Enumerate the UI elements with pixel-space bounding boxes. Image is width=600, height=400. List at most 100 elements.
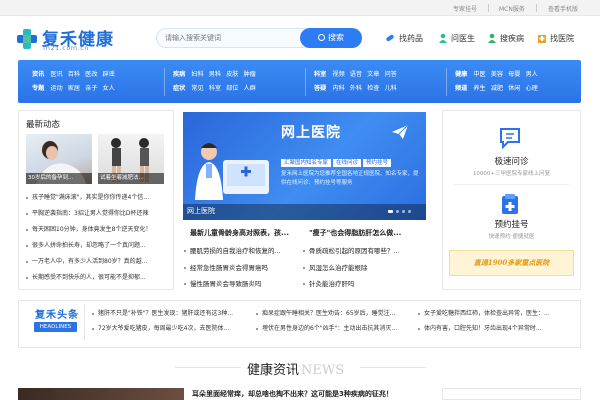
- nav-item[interactable]: 语音: [350, 69, 362, 78]
- carousel-dot[interactable]: [408, 210, 411, 213]
- top-link-mobile[interactable]: 查看手机版: [548, 4, 578, 13]
- nav-item[interactable]: 资讯: [32, 69, 44, 78]
- headline-item[interactable]: 痴呆症跟午睡相关？医生劝告：65岁后，睡觉注...: [256, 308, 395, 317]
- nav-item[interactable]: 运动: [50, 83, 62, 92]
- nav-item[interactable]: 专题: [32, 83, 44, 92]
- logo-cross-icon[interactable]: [16, 28, 38, 50]
- nav-item[interactable]: 女人: [103, 83, 115, 92]
- focus-item[interactable]: 慢性肠胃炎会导致肠炎吗: [184, 278, 262, 288]
- news-item[interactable]: 长期感受不到快乐的人，很可能不是抑郁...: [26, 272, 146, 281]
- article-thumbnail[interactable]: [18, 388, 184, 400]
- quick-link-ask-doctor[interactable]: 问医生: [451, 33, 475, 44]
- nav-item[interactable]: 辟谣: [103, 69, 115, 78]
- pill-icon: [386, 34, 394, 42]
- headline-item[interactable]: 女子爱吃糖拌西红柿，体检查出异常，医生：...: [418, 308, 550, 317]
- headline-item[interactable]: 72岁大爷爱吃猪皮，每周最少吃4次，去医院体...: [92, 323, 229, 332]
- news-item[interactable]: 每天困困10分钟，身体竟发生8个逆天变化！: [26, 224, 151, 233]
- focus-item[interactable]: 风湿怎么治疗能根除: [303, 262, 368, 272]
- nav-item[interactable]: 男科: [209, 69, 221, 78]
- nav-item[interactable]: 视频: [332, 69, 344, 78]
- nav-item[interactable]: 医改: [85, 69, 97, 78]
- nav-item[interactable]: 男人: [526, 69, 538, 78]
- nav-item[interactable]: 文章: [367, 69, 379, 78]
- nav-item[interactable]: 常见: [191, 83, 203, 92]
- nav-item[interactable]: 健康: [455, 69, 467, 78]
- nav-item[interactable]: 休闲: [508, 83, 520, 92]
- banner-tags: 汇聚国内知名专家 在线问诊 预约挂号: [281, 158, 392, 167]
- nav-item[interactable]: 心理: [526, 83, 538, 92]
- nav-divider: [164, 68, 165, 96]
- top-divider: [488, 4, 489, 12]
- nav-item[interactable]: 医讯: [50, 69, 62, 78]
- nav-item[interactable]: 部位: [226, 83, 238, 92]
- focus-item[interactable]: 经常急性肠胃炎会得胃癌吗: [184, 262, 268, 272]
- chat-bubble-icon[interactable]: [498, 127, 522, 149]
- doctor-icon: [439, 33, 447, 43]
- nav-item[interactable]: 母婴: [508, 69, 520, 78]
- headlines-badge: HEADLINES: [34, 322, 77, 332]
- news-item[interactable]: 一万老人中，有多少人活到80岁？真的越...: [26, 256, 147, 265]
- headline-item[interactable]: 埋伏在男性身边的6个"凶手"：主动出击抗其消灭...: [256, 323, 397, 332]
- nav-divider: [305, 68, 306, 96]
- top-link-expert-booking[interactable]: 专家挂号: [453, 4, 477, 13]
- carousel-dot-active[interactable]: [388, 210, 393, 213]
- nav-item[interactable]: 答疑: [314, 83, 326, 92]
- nav-item[interactable]: 肿瘤: [244, 69, 256, 78]
- online-hospital-banner[interactable]: 网上医院 汇聚国内知名专家 在线问诊 预约挂号 复禾网上医院为您推荐全国各地正规医院…: [183, 112, 426, 220]
- nav-item[interactable]: 中医: [473, 69, 485, 78]
- booking-title[interactable]: 预约挂号: [442, 218, 581, 230]
- nav-item[interactable]: 外科: [350, 83, 362, 92]
- quick-link-disease[interactable]: 搜疾病: [500, 33, 524, 44]
- quick-link-medicine[interactable]: 找药品: [399, 33, 423, 44]
- nav-item[interactable]: 百科: [68, 69, 80, 78]
- news-thumbnail[interactable]: 试着坐着减肥法...: [98, 134, 164, 184]
- nav-item[interactable]: 科室: [314, 69, 326, 78]
- article-title[interactable]: 耳朵里面经常痒，却总啥也掏不出来？这可能是3种疾病的征兆！: [192, 389, 393, 399]
- focus-headline[interactable]: 最新儿童骨龄身高对照表，孩...: [190, 228, 289, 238]
- focus-item[interactable]: 腰肌劳损的自我治疗和恢复的...: [184, 245, 281, 255]
- news-item[interactable]: 平胸逆袭指南：3招让男人觉得你比D杯还辣: [26, 208, 148, 217]
- hospital-ad-banner[interactable]: 直通1900多家重点医院: [449, 250, 574, 276]
- nav-item[interactable]: 亲子: [85, 83, 97, 92]
- doctor-illustration: [195, 143, 269, 200]
- news-thumbnail[interactable]: 30岁后的备孕到...: [26, 134, 92, 184]
- nav-item[interactable]: 家居: [68, 83, 80, 92]
- news-item[interactable]: 很多人拼命拍长寿，却忽略了一个真问题...: [26, 240, 146, 249]
- focus-item[interactable]: 骨质疏松引起的原因有哪些？...: [303, 245, 400, 255]
- nav-item[interactable]: 皮肤: [226, 69, 238, 78]
- headline-item[interactable]: 体内有害，口腔先知！牙齿出现4个异常时...: [418, 323, 542, 332]
- sidebar-panel: [442, 388, 581, 400]
- top-link-mcn[interactable]: MCN服务: [499, 4, 525, 13]
- banner-description: 复禾网上医院为您推荐全国各地正规医院、知名专家，提供在线问诊、预约挂号等服务: [281, 171, 419, 186]
- nav-item[interactable]: 症状: [173, 83, 185, 92]
- nav-item[interactable]: 内科: [332, 83, 344, 92]
- banner-caption: 网上医院: [187, 207, 215, 215]
- nav-item[interactable]: 检查: [367, 83, 379, 92]
- service-divider: [454, 184, 569, 185]
- headline-item[interactable]: 猪肝不只是"补铁"？医生发现：猪肝或还有这3种...: [92, 308, 233, 317]
- search-input[interactable]: [156, 28, 318, 48]
- disease-icon: [488, 33, 496, 43]
- carousel-dot[interactable]: [396, 210, 399, 213]
- nav-item[interactable]: 美容: [491, 69, 503, 78]
- search-button[interactable]: 搜索: [300, 28, 362, 48]
- nav-item[interactable]: 人群: [244, 83, 256, 92]
- quick-link-hospital[interactable]: 找医院: [550, 33, 574, 44]
- focus-headline[interactable]: "瘦子"也会得脂肪肝怎么做...: [309, 228, 401, 238]
- nav-item[interactable]: 疾病: [173, 69, 185, 78]
- nav-item[interactable]: 科室: [209, 83, 221, 92]
- carousel-dot[interactable]: [402, 210, 405, 213]
- focus-item[interactable]: 针灸能治疗肝吗: [303, 278, 355, 288]
- booking-card-icon[interactable]: [500, 193, 520, 215]
- nav-item[interactable]: 减肥: [491, 83, 503, 92]
- consult-title[interactable]: 极速问诊: [442, 155, 581, 167]
- banner-tag: 在线问诊: [333, 159, 362, 167]
- news-item[interactable]: 孩子睡觉"满床滚"，其实是你你传递4个信...: [26, 192, 149, 201]
- nav-item[interactable]: 频道: [455, 83, 467, 92]
- channel-nav: 资讯 医讯 百科 医改 辟谣 专题 运动 家居 亲子 女人 疾病 妇科 男科 皮肤 肿瘤 症状 常见 科室部…: [18, 60, 581, 103]
- nav-item[interactable]: 问答: [385, 69, 397, 78]
- section-title: 健康资讯 NEWS: [247, 359, 344, 378]
- nav-item[interactable]: 养生: [473, 83, 485, 92]
- nav-item[interactable]: 妇科: [191, 69, 203, 78]
- nav-item[interactable]: 儿科: [385, 83, 397, 92]
